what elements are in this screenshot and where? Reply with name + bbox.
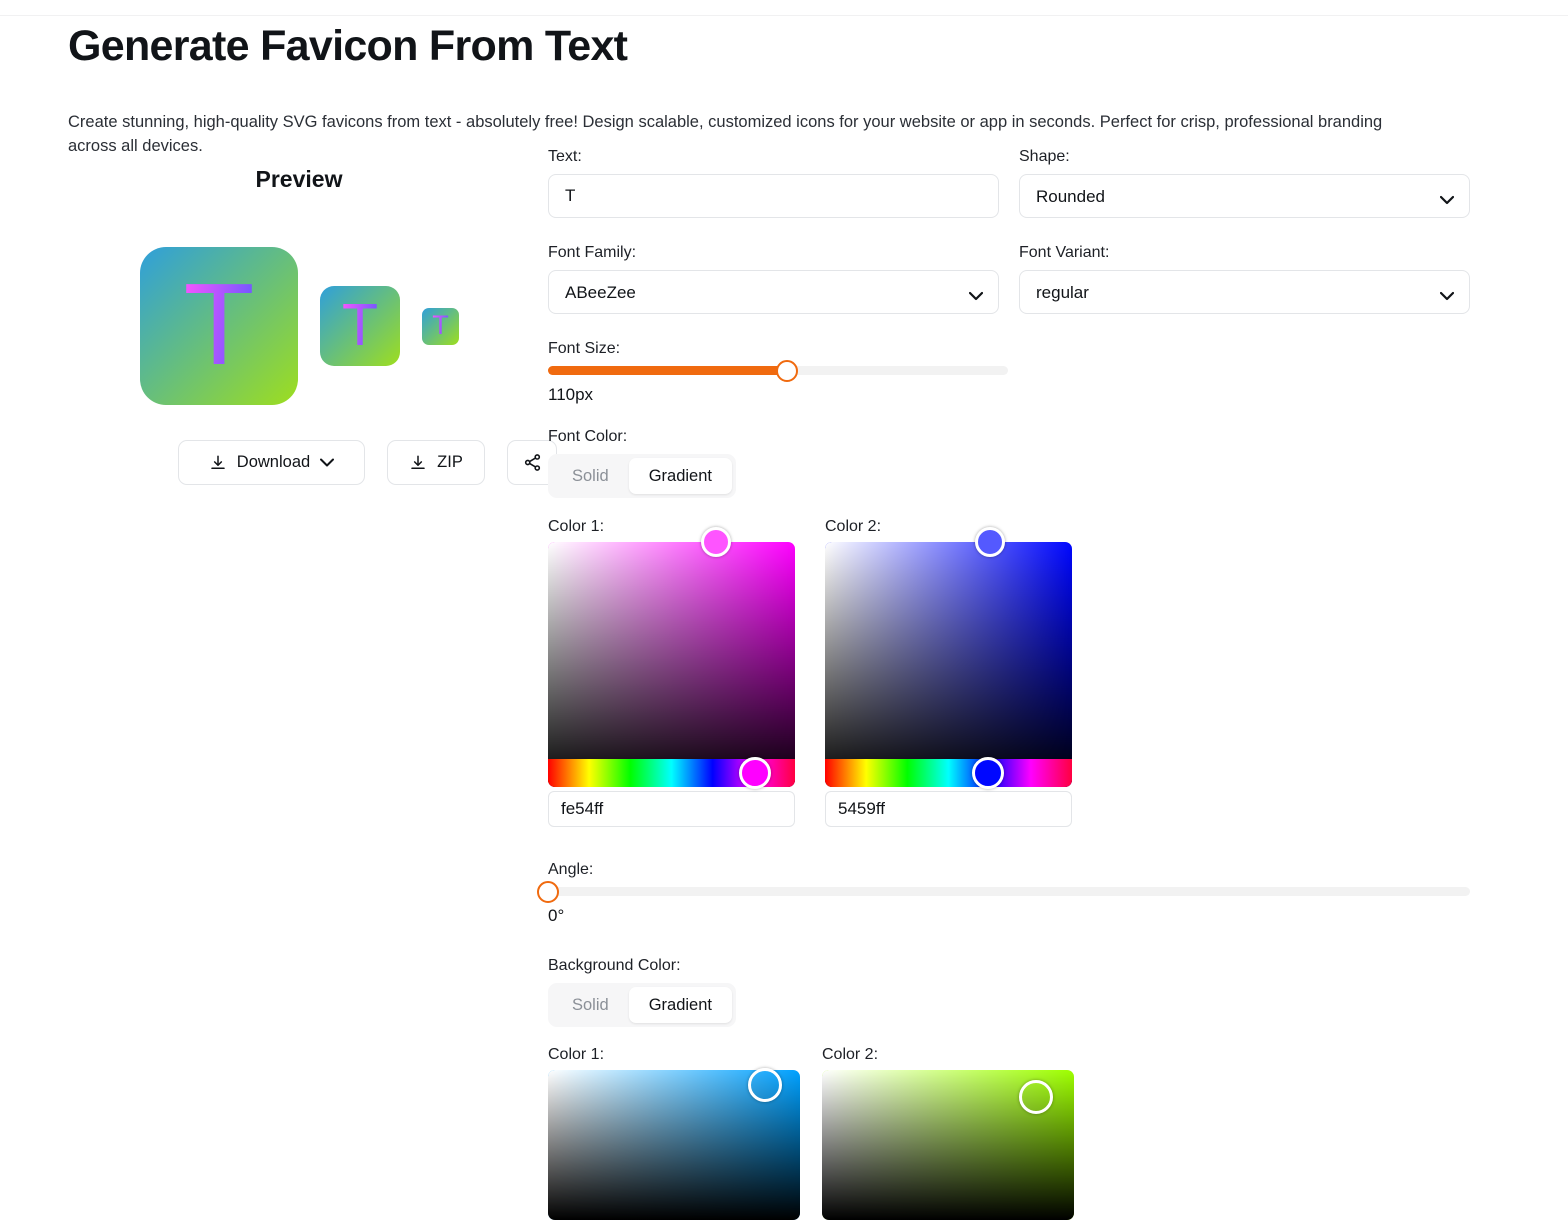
font-variant-label: Font Variant: — [1019, 242, 1470, 263]
font-color2-hue-strip[interactable] — [825, 759, 1072, 787]
row-text-shape: Text: Shape: Rounded — [548, 146, 1470, 218]
angle-label: Angle: — [548, 859, 1470, 880]
field-angle: Angle: 0° — [548, 859, 1470, 927]
background-color-pickers: Color 1: Color 2: — [548, 1044, 1470, 1220]
download-icon — [409, 454, 427, 472]
favicon-preview-medium: T — [320, 286, 400, 366]
font-size-slider-thumb[interactable] — [776, 360, 798, 382]
share-icon — [523, 453, 542, 472]
row-font: Font Family: ABeeZee Font Variant: — [548, 242, 1470, 314]
font-color2-saturation-handle[interactable] — [975, 527, 1005, 557]
font-color2-picker: Color 2: — [825, 516, 1072, 827]
font-family-label: Font Family: — [548, 242, 999, 263]
background-color1-saturation-handle[interactable] — [748, 1068, 782, 1102]
controls-panel: Text: Shape: Rounded — [548, 146, 1470, 1220]
field-shape: Shape: Rounded — [1019, 146, 1470, 218]
chevron-down-icon — [320, 458, 334, 467]
background-color-mode-toggle: Solid Gradient — [548, 983, 736, 1027]
field-font-color: Font Color: Solid Gradient — [548, 426, 1470, 498]
field-background-color: Background Color: Solid Gradient — [548, 955, 1470, 1027]
font-color-solid-tab[interactable]: Solid — [552, 458, 629, 494]
font-color1-saturation-handle[interactable] — [701, 527, 731, 557]
preview-actions: Download ZIP — [178, 440, 557, 485]
angle-slider-thumb[interactable] — [537, 881, 559, 903]
text-input[interactable] — [548, 174, 999, 218]
font-size-slider-track[interactable] — [548, 366, 1008, 375]
font-color2-saturation-box[interactable] — [825, 542, 1072, 787]
download-button-label: Download — [237, 453, 310, 472]
color1-label: Color 1: — [548, 516, 795, 537]
favicon-glyph: T — [342, 296, 378, 355]
background-color-label: Background Color: — [548, 955, 1470, 976]
font-variant-select[interactable]: regular — [1019, 270, 1470, 314]
shape-label: Shape: — [1019, 146, 1470, 167]
zip-button-label: ZIP — [437, 453, 463, 472]
font-color-mode-toggle: Solid Gradient — [548, 454, 736, 498]
shape-select[interactable]: Rounded — [1019, 174, 1470, 218]
font-color-label: Font Color: — [548, 426, 1470, 447]
text-label: Text: — [548, 146, 999, 167]
angle-slider-track[interactable] — [548, 887, 1470, 896]
favicon-preview-small: T — [422, 308, 459, 345]
field-font-variant: Font Variant: regular — [1019, 242, 1470, 314]
angle-slider[interactable] — [548, 887, 1470, 896]
background-color2-saturation-handle[interactable] — [1019, 1080, 1053, 1114]
zip-download-button[interactable]: ZIP — [387, 440, 485, 485]
font-color1-hue-handle[interactable] — [739, 757, 771, 789]
background-color-solid-tab[interactable]: Solid — [552, 987, 629, 1023]
font-color1-hex-input[interactable] — [548, 791, 795, 827]
font-family-select[interactable]: ABeeZee — [548, 270, 999, 314]
font-size-slider[interactable] — [548, 366, 1008, 375]
font-color-gradient-tab[interactable]: Gradient — [629, 458, 732, 494]
page-title: Generate Favicon From Text — [68, 20, 627, 72]
font-color2-hex-input[interactable] — [825, 791, 1072, 827]
font-color-pickers: Color 1: Color 2: — [548, 516, 1470, 827]
bg-color1-label: Color 1: — [548, 1044, 800, 1065]
font-color1-picker: Color 1: — [548, 516, 795, 827]
favicon-glyph: T — [184, 266, 255, 382]
download-button[interactable]: Download — [178, 440, 365, 485]
field-text: Text: — [548, 146, 999, 218]
background-color2-picker: Color 2: — [822, 1044, 1074, 1220]
font-color2-hue-handle[interactable] — [972, 757, 1004, 789]
field-font-size: Font Size: 110px — [548, 338, 1470, 406]
top-divider — [0, 15, 1568, 16]
background-color-gradient-tab[interactable]: Gradient — [629, 987, 732, 1023]
download-icon — [209, 454, 227, 472]
font-color1-saturation-box[interactable] — [548, 542, 795, 787]
color2-label: Color 2: — [825, 516, 1072, 537]
font-size-value: 110px — [548, 384, 1470, 406]
field-font-family: Font Family: ABeeZee — [548, 242, 999, 314]
preview-heading: Preview — [68, 165, 530, 193]
background-color1-picker: Color 1: — [548, 1044, 800, 1220]
font-size-slider-fill — [548, 366, 787, 375]
bg-color2-label: Color 2: — [822, 1044, 1074, 1065]
font-size-label: Font Size: — [548, 338, 1470, 359]
angle-value: 0° — [548, 905, 1470, 927]
favicon-preview-large: T — [140, 247, 298, 405]
favicon-glyph: T — [432, 312, 449, 339]
preview-panel: Preview T T T Download — [68, 150, 530, 193]
favicon-preview-row: T T T — [68, 246, 530, 406]
